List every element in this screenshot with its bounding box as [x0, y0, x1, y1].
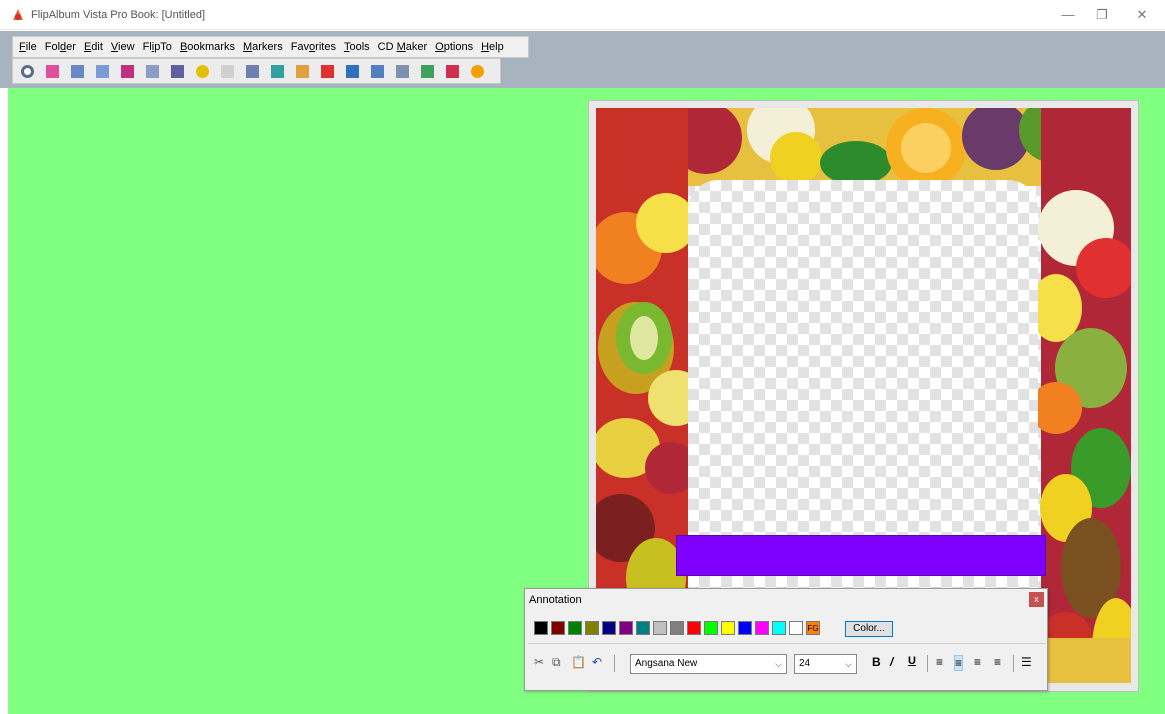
add-icon[interactable]: [196, 64, 209, 78]
menu-edit[interactable]: Edit: [84, 41, 103, 53]
globe-icon[interactable]: [421, 64, 434, 78]
restore-button[interactable]: ❐: [1087, 6, 1117, 24]
format-toolbar: ✂ ⧉ 📋 ↶ Angsana New ⌵ 24 ⌵ B / U ≡ ≡ ≡ ≡…: [534, 653, 1044, 675]
divider: [528, 643, 1046, 644]
separator: [927, 655, 928, 672]
chevron-down-icon: ⌵: [775, 659, 782, 669]
menu-markers[interactable]: Markers: [243, 41, 283, 53]
font-family-select[interactable]: Angsana New ⌵: [630, 654, 787, 674]
menu-view[interactable]: View: [111, 41, 135, 53]
color-swatch[interactable]: [670, 621, 684, 635]
color-swatch[interactable]: [704, 621, 718, 635]
window-title: FlipAlbum Vista Pro Book: [Untitled]: [31, 9, 206, 21]
menu-file[interactable]: File: [19, 41, 37, 53]
font-size-select[interactable]: 24 ⌵: [794, 654, 857, 674]
separator: [614, 655, 615, 672]
color-swatch[interactable]: [653, 621, 667, 635]
color-swatch[interactable]: [585, 621, 599, 635]
separator: [1013, 655, 1014, 672]
color-swatch-row: FG: [534, 621, 820, 635]
annotation-palette: Annotation x FG Color... ✂ ⧉ 📋 ↶ Angsana…: [524, 588, 1048, 691]
menu-bookmarks[interactable]: Bookmarks: [180, 41, 235, 53]
frame-icon[interactable]: [346, 64, 359, 78]
chevron-down-icon: ⌵: [845, 659, 852, 669]
justify-icon[interactable]: ≡: [994, 655, 1001, 669]
book-pink-icon[interactable]: [46, 64, 59, 78]
color-swatch[interactable]: [738, 621, 752, 635]
color-swatch[interactable]: [789, 621, 803, 635]
color-swatch[interactable]: [755, 621, 769, 635]
flipalbum-logo-icon: [13, 9, 23, 20]
color-swatch[interactable]: [602, 621, 616, 635]
font-family-value: Angsana New: [635, 658, 698, 669]
album-icon[interactable]: [296, 64, 309, 78]
color-swatch[interactable]: [687, 621, 701, 635]
open-book-icon[interactable]: [71, 64, 84, 78]
bullet-list-icon[interactable]: ☰: [1021, 655, 1032, 669]
slide-icon[interactable]: [371, 64, 384, 78]
pointer-icon[interactable]: [446, 64, 459, 78]
purple-text-annotation[interactable]: [676, 535, 1046, 576]
print-icon[interactable]: [171, 64, 184, 78]
menu-cd-maker[interactable]: CD Maker: [378, 41, 428, 53]
menu-folder[interactable]: Folder: [45, 41, 76, 53]
align-center-icon[interactable]: ≡: [954, 655, 964, 671]
book-icon[interactable]: [146, 64, 159, 78]
next-page-icon[interactable]: [121, 64, 134, 78]
columns-icon[interactable]: [246, 64, 259, 78]
menu-options[interactable]: Options: [435, 41, 473, 53]
align-right-icon[interactable]: ≡: [974, 655, 981, 669]
undo-icon[interactable]: ↶: [592, 655, 602, 669]
color-button[interactable]: Color...: [845, 621, 893, 637]
paste-icon[interactable]: 📋: [571, 655, 586, 669]
annotation-close-button[interactable]: x: [1029, 592, 1044, 607]
annotation-title: Annotation: [529, 594, 582, 606]
menu-favorites[interactable]: Favorites: [291, 41, 336, 53]
font-size-value: 24: [799, 658, 811, 669]
rotate-icon[interactable]: [221, 64, 234, 78]
color-swatch[interactable]: [636, 621, 650, 635]
color-swatch[interactable]: [619, 621, 633, 635]
copy-icon[interactable]: ⧉: [552, 655, 561, 670]
toolbar: [12, 58, 501, 84]
menu-help[interactable]: Help: [481, 41, 504, 53]
menu-tools[interactable]: Tools: [344, 41, 370, 53]
color-swatch[interactable]: [534, 621, 548, 635]
color-swatch[interactable]: [721, 621, 735, 635]
pages-icon[interactable]: [96, 64, 109, 78]
color-swatch[interactable]: [568, 621, 582, 635]
align-left-icon[interactable]: ≡: [936, 655, 943, 669]
eye-icon[interactable]: [21, 64, 34, 78]
minimize-button[interactable]: —: [1053, 6, 1083, 24]
menu-flipto[interactable]: FlipTo: [143, 41, 172, 53]
close-button[interactable]: ✕: [1127, 6, 1157, 24]
color-swatch[interactable]: [772, 621, 786, 635]
title-bar: FlipAlbum Vista Pro Book: [Untitled] — ❐…: [0, 0, 1165, 30]
flipalbum-window: FlipAlbum Vista Pro Book: [Untitled] — ❐…: [0, 0, 1165, 714]
bold-button[interactable]: B: [872, 655, 881, 669]
underline-button[interactable]: U: [908, 655, 916, 667]
target-icon[interactable]: [321, 64, 334, 78]
cut-icon[interactable]: ✂: [534, 655, 544, 669]
color-swatch[interactable]: [551, 621, 565, 635]
screen-icon[interactable]: [396, 64, 409, 78]
foreground-color-indicator[interactable]: FG: [806, 621, 820, 635]
menu-bar: File Folder Edit View FlipTo Bookmarks Markers…: [12, 36, 529, 58]
star-icon[interactable]: [471, 64, 484, 78]
arrow-icon[interactable]: [271, 64, 284, 78]
italic-button[interactable]: /: [890, 655, 893, 669]
